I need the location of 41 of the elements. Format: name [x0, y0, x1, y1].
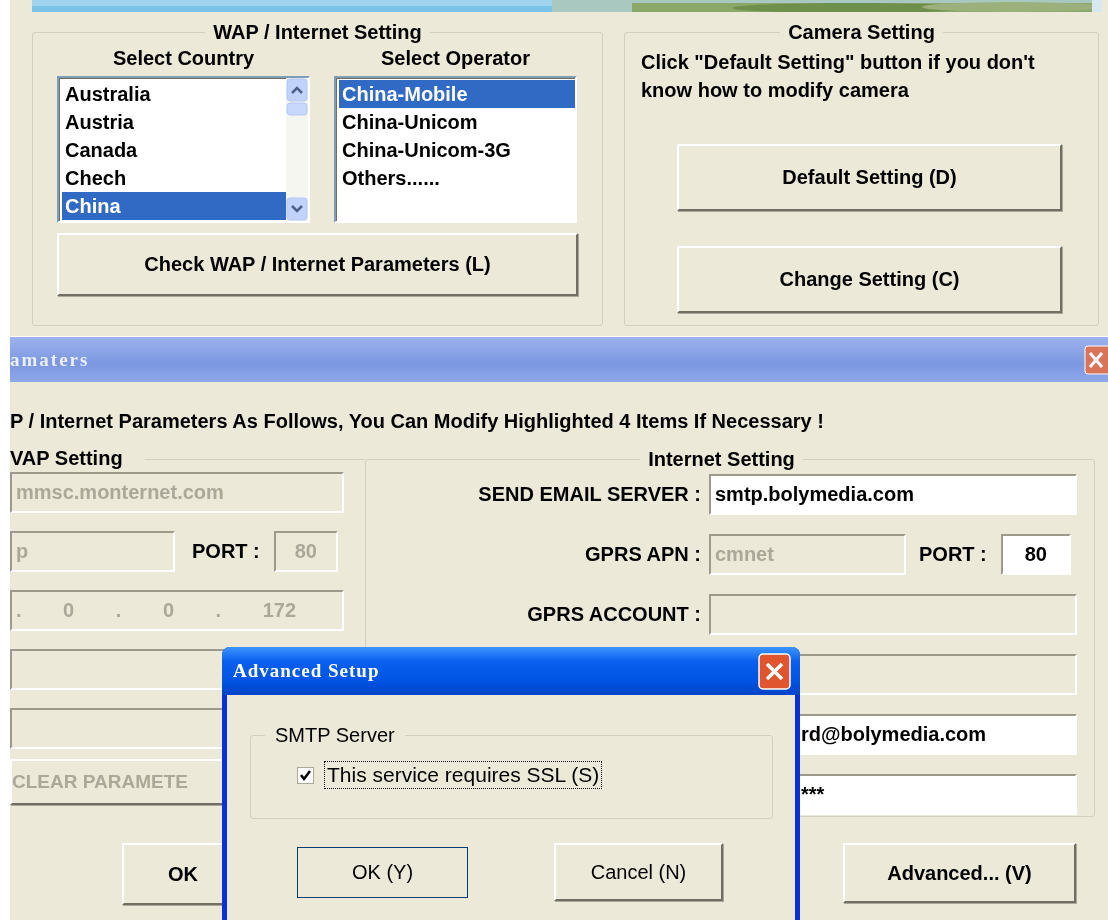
list-label: Select Operator	[380, 46, 531, 71]
group-title: SMTP Server	[274, 723, 396, 747]
cancel-button[interactable]: Cancel (N)	[554, 843, 723, 901]
list-item[interactable]: Austria	[62, 108, 286, 136]
group-title: Internet Setting	[647, 447, 796, 471]
list-item[interactable]: China-Unicom	[339, 108, 575, 136]
field-label: SEND EMAIL SERVER :	[477, 482, 701, 507]
check-parameters-button[interactable]: Check WAP / Internet Parameters (L)	[57, 233, 578, 296]
field-label: PORT :	[192, 540, 260, 563]
group-title: Camera Setting	[787, 20, 936, 44]
default-setting-button[interactable]: Default Setting (D)	[677, 144, 1062, 211]
group-title: VAP Setting	[10, 446, 123, 470]
advanced-button[interactable]: Advanced... (V)	[843, 843, 1076, 903]
ok-button[interactable]: OK (Y)	[297, 846, 468, 898]
checkbox-label[interactable]: This service requires SSL (S)	[324, 761, 603, 789]
list-item[interactable]: Canada	[62, 136, 286, 164]
group-title: WAP / Internet Setting	[212, 20, 423, 44]
close-icon[interactable]	[1084, 344, 1108, 375]
dialog-title: Advanced Setup	[233, 660, 380, 682]
list-item[interactable]: Others......	[339, 164, 575, 192]
scroll-up-button[interactable]	[286, 78, 308, 102]
change-setting-button[interactable]: Change Setting (C)	[677, 246, 1062, 313]
checkbox[interactable]	[297, 766, 314, 784]
hint-text: Click "Default Setting" button if you don't know how to modify camera	[641, 50, 1036, 103]
close-icon[interactable]	[758, 652, 791, 690]
list-item[interactable]: China-Unicom-3G	[339, 136, 575, 164]
operator-list[interactable]: China-Mobile China-Unicom China-Unicom-3G Others......	[334, 76, 577, 223]
field-label: PORT :	[919, 543, 987, 566]
scroll-thumb[interactable]	[286, 102, 308, 116]
instruction-text: P / Internet Parameters As Follows, You Can Modify Highlighted 4 Items If Necessary !	[10, 409, 825, 433]
text-field[interactable]: smtp.bolymedia.com	[709, 474, 1077, 515]
window-title: amaters	[10, 348, 90, 371]
list-item[interactable]: China-Mobile	[339, 80, 575, 108]
field-label: GPRS ACCOUNT :	[526, 602, 701, 627]
list-label: Select Country	[111, 46, 256, 71]
list-item[interactable]: China	[62, 192, 286, 220]
list-item[interactable]: Australia	[62, 80, 286, 108]
field-label: GPRS APN :	[584, 542, 701, 567]
country-list[interactable]: Australia Austria Canada Chech China	[57, 76, 310, 223]
scroll-down-button[interactable]	[286, 197, 308, 221]
list-item[interactable]: Chech	[62, 164, 286, 192]
